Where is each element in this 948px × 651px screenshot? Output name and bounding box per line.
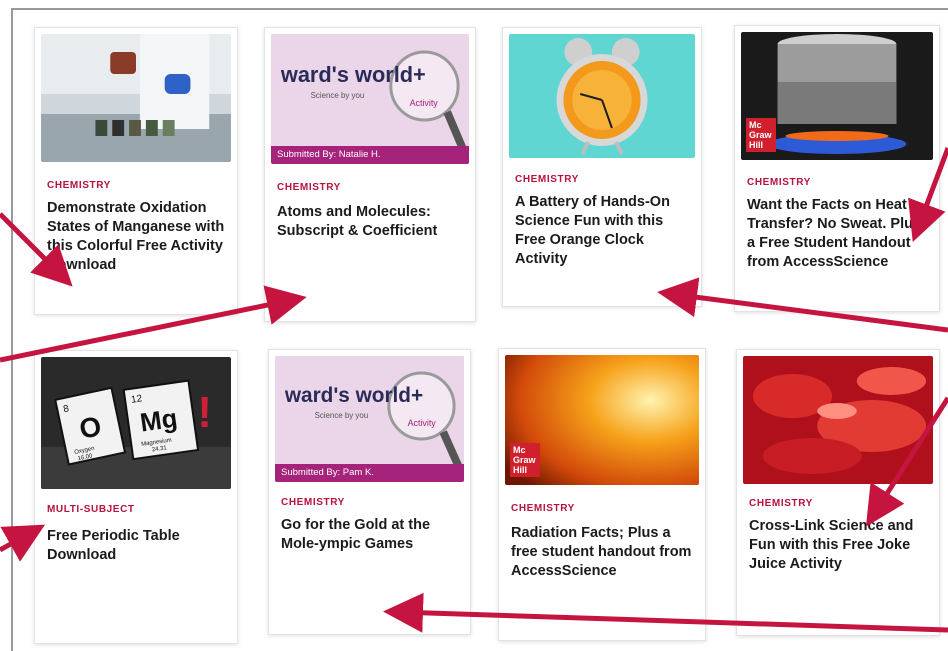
card-title[interactable]: Free Periodic Table Download: [47, 527, 229, 565]
card-periodic-table[interactable]: 8 O Oxygen 16.00 12 Mg Magnesium 24.31 !…: [34, 350, 238, 644]
svg-text:Activity: Activity: [410, 98, 439, 108]
card-image: [41, 34, 231, 162]
card-joke-juice[interactable]: CHEMISTRY Cross-Link Science and Fun wit…: [736, 349, 940, 636]
card-category: CHEMISTRY: [511, 503, 575, 514]
card-title[interactable]: Demonstrate Oxidation States of Manganes…: [47, 199, 229, 275]
svg-text:Science by you: Science by you: [311, 91, 365, 100]
card-category: CHEMISTRY: [277, 182, 341, 193]
card-category: CHEMISTRY: [281, 497, 345, 508]
svg-text:12: 12: [130, 393, 143, 406]
svg-text:ward's world+: ward's world+: [280, 62, 426, 87]
card-image: ward's world+ Science by you Activity Su…: [271, 34, 469, 164]
card-heat-transfer[interactable]: Mc Graw Hill CHEMISTRY Want the Facts on…: [734, 25, 940, 312]
wards-world-logo: ward's world+ Science by you Activity: [271, 34, 469, 164]
svg-text:Activity: Activity: [408, 418, 437, 428]
mcgraw-hill-logo: Mc Graw Hill: [510, 443, 540, 477]
card-title[interactable]: Cross-Link Science and Fun with this Fre…: [749, 517, 931, 574]
card-manganese[interactable]: CHEMISTRY Demonstrate Oxidation States o…: [34, 27, 238, 315]
svg-text:!: !: [197, 388, 212, 437]
card-image: [509, 34, 695, 158]
card-title[interactable]: Atoms and Molecules: Subscript & Coeffic…: [277, 203, 467, 241]
card-title[interactable]: Want the Facts on Heat Transfer? No Swea…: [747, 196, 931, 272]
card-atoms-molecules[interactable]: ward's world+ Science by you Activity Su…: [264, 27, 476, 322]
card-image: Mc Graw Hill: [505, 355, 699, 485]
card-category: MULTI-SUBJECT: [47, 504, 135, 515]
card-mole-ympic[interactable]: ward's world+ Science by you Activity Su…: [268, 349, 471, 635]
card-category: CHEMISTRY: [515, 174, 579, 185]
card-image: ward's world+ Science by you Activity Su…: [275, 356, 464, 482]
card-image: 8 O Oxygen 16.00 12 Mg Magnesium 24.31 !: [41, 357, 231, 489]
card-title[interactable]: Radiation Facts; Plus a free student han…: [511, 524, 697, 581]
card-title[interactable]: Go for the Gold at the Mole-ympic Games: [281, 516, 462, 554]
card-category: CHEMISTRY: [747, 177, 811, 188]
card-image: Mc Graw Hill: [741, 32, 933, 160]
mcgraw-hill-logo: Mc Graw Hill: [746, 118, 776, 152]
card-image: [743, 356, 933, 484]
card-title[interactable]: A Battery of Hands-On Science Fun with t…: [515, 193, 693, 269]
svg-text:ward's world+: ward's world+: [284, 384, 423, 407]
submitted-by-badge: Submitted By: Pam K.: [275, 464, 464, 482]
card-category: CHEMISTRY: [749, 498, 813, 509]
submitted-by-badge: Submitted By: Natalie H.: [271, 146, 469, 164]
svg-text:Science by you: Science by you: [315, 411, 369, 420]
card-radiation-facts[interactable]: Mc Graw Hill CHEMISTRY Radiation Facts; …: [498, 348, 706, 641]
card-orange-clock[interactable]: CHEMISTRY A Battery of Hands-On Science …: [502, 27, 702, 307]
card-category: CHEMISTRY: [47, 180, 111, 191]
svg-text:Mg: Mg: [138, 405, 179, 438]
